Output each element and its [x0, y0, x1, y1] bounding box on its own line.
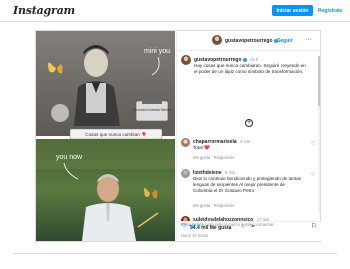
author-avatar[interactable]: [212, 35, 222, 45]
post-caption: gustavopetrourrego 15 h Hay cosas que nu…: [177, 55, 322, 115]
post-image-illustration: Comunión Nuestra Señora mini you Cosas q…: [36, 31, 175, 241]
comment-heart-icon[interactable]: ♡: [311, 142, 316, 147]
signup-link[interactable]: Regístrate: [318, 5, 342, 16]
comment-heart-icon[interactable]: ♡: [311, 173, 316, 178]
verified-badge-icon: [242, 57, 247, 62]
comment-reply-link[interactable]: Responder: [214, 155, 235, 160]
board-text: Comunión Nuestra Señora: [133, 108, 171, 112]
login-prompt: Inicia sesión para indicar que te gusta …: [175, 222, 321, 242]
commenter-avatar[interactable]: [181, 138, 190, 147]
comment-reply-link[interactable]: Responder: [214, 203, 235, 208]
comment-text: Dios lo continúe bendiciendo y protegien…: [193, 176, 302, 193]
more-dots-icon[interactable]: ···: [305, 36, 312, 43]
login-button[interactable]: Iniciar sesión: [272, 5, 313, 16]
comment-time: 6 min: [225, 170, 236, 175]
login-prompt-text: Inicia sesión para indicar que te gusta …: [181, 222, 275, 227]
comment-like-link[interactable]: Me gusta Responder: [193, 203, 234, 208]
follow-button[interactable]: · Seguir: [274, 38, 293, 44]
post-image[interactable]: Comunión Nuestra Señora mini you Cosas q…: [36, 31, 175, 241]
comment-time: 4 min: [240, 139, 251, 144]
top-navigation-bar: Instagram Iniciar sesión Regístrate: [0, 0, 350, 22]
post-card: Comunión Nuestra Señora mini you Cosas q…: [35, 30, 322, 242]
bottom-overlay-label: you now: [56, 154, 83, 161]
page-footer-divider: [13, 253, 337, 254]
login-prompt-link[interactable]: Inicia sesión: [181, 222, 204, 227]
caption-avatar[interactable]: [181, 55, 191, 65]
comment-text: Total ❤️: [193, 145, 210, 150]
instagram-logo[interactable]: Instagram: [13, 4, 75, 17]
top-overlay-label: mini you: [144, 48, 170, 55]
post-side-panel: gustavopetrourrego · Seguir ··· gustavop…: [176, 31, 322, 241]
caption-text: Hay cosas que nunca cambiaran. Seguiré c…: [194, 63, 306, 74]
load-more-comments-icon[interactable]: +: [245, 119, 253, 127]
comment-item: chaparrormarisela 4 min Total ❤️ Me gust…: [177, 138, 322, 160]
commenter-avatar[interactable]: [181, 169, 190, 178]
comment-like-link[interactable]: Me gusta Responder: [193, 155, 234, 160]
comment-item: lizethdeiene 6 min Dios lo continúe bend…: [177, 169, 322, 211]
post-header: gustavopetrourrego · Seguir ···: [177, 31, 322, 51]
caption-time: 15 h: [249, 57, 259, 62]
author-username[interactable]: gustavopetrourrego: [225, 38, 278, 44]
caption-sign-text: Cosas que nunca cambian 🎈: [85, 131, 146, 138]
